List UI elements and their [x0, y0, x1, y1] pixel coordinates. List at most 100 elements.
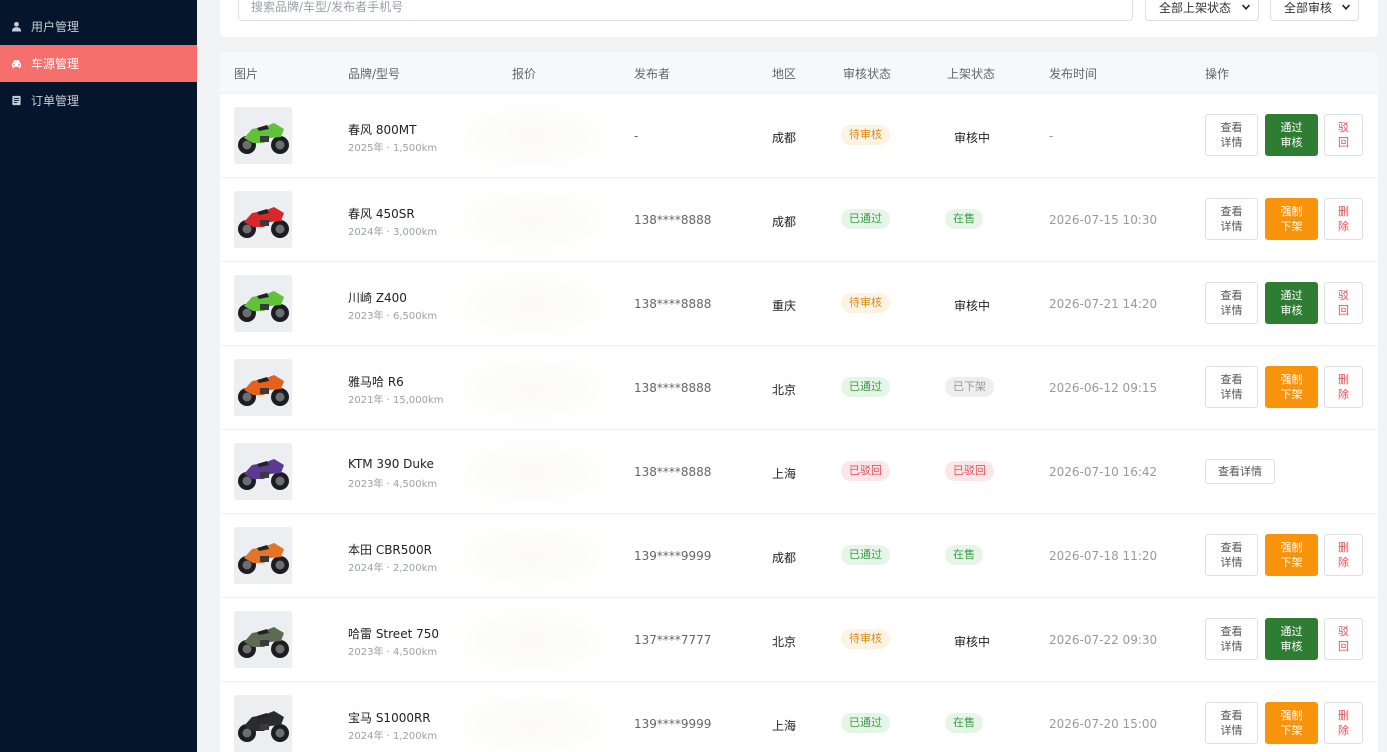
approve-button[interactable]: 通过审核 — [1265, 282, 1318, 324]
vehicle-thumbnail[interactable] — [234, 695, 292, 752]
delete-button[interactable]: 删除 — [1324, 702, 1363, 744]
reject-button[interactable]: 驳回 — [1324, 618, 1363, 660]
audit-status-badge: 已通过 — [841, 713, 890, 733]
price-blurred — [452, 354, 612, 424]
vehicle-model: 雅马哈 R6 — [348, 375, 404, 389]
vehicle-thumbnail[interactable] — [234, 107, 292, 164]
user-icon — [10, 21, 22, 33]
audit-status-badge: 已通过 — [841, 545, 890, 565]
column-header-model: 品牌/型号 — [348, 67, 401, 81]
vehicle-year-mileage: 2024年 · 1,200km — [348, 731, 438, 742]
price-blurred — [452, 186, 612, 256]
table-row: KTM 390 Duke 2023年 · 4,500km 138****8888 上海… — [220, 429, 1378, 513]
delete-button[interactable]: 删除 — [1324, 366, 1363, 408]
table-row: 宝马 S1000RR 2024年 · 1,200km 139****9999 上海 已通… — [220, 681, 1378, 752]
view-details-button[interactable]: 查看详情 — [1205, 459, 1275, 484]
shelf-status-badge: 已驳回 — [945, 461, 994, 481]
publish-time: 2026-06-12 09:15 — [1049, 381, 1158, 395]
audit-status-badge: 待审核 — [841, 293, 890, 313]
column-header-time: 发布时间 — [1049, 67, 1098, 81]
table-row: 川崎 Z400 2023年 · 6,500km 138****8888 重庆 待审核 审核… — [220, 261, 1378, 345]
approve-button[interactable]: 通过审核 — [1265, 618, 1318, 660]
audit-status-select-value: 全部审核 — [1284, 0, 1333, 15]
force-delist-button[interactable]: 强制下架 — [1265, 198, 1318, 240]
vehicle-thumbnail[interactable] — [234, 359, 292, 416]
price-blurred — [452, 690, 612, 752]
column-header-publisher: 发布者 — [634, 67, 671, 81]
sidebar-item-label: 车源管理 — [31, 57, 80, 71]
vehicle-year-mileage: 2025年 · 1,500km — [348, 143, 438, 154]
view-details-button[interactable]: 查看详情 — [1205, 198, 1258, 240]
shelf-status-select[interactable]: 全部上架状态 — [1145, 0, 1259, 21]
sidebar-item-label: 订单管理 — [31, 94, 80, 108]
vehicle-model: 宝马 S1000RR — [348, 711, 431, 725]
delete-button[interactable]: 删除 — [1324, 534, 1363, 576]
vehicle-model: 春风 450SR — [348, 207, 415, 221]
view-details-button[interactable]: 查看详情 — [1205, 282, 1258, 324]
sidebar-item-orders[interactable]: 订单管理 — [0, 82, 197, 119]
sidebar-item-vehicles[interactable]: 车源管理 — [0, 45, 197, 82]
vehicle-year-mileage: 2023年 · 4,500km — [348, 479, 438, 490]
audit-status-badge: 已驳回 — [841, 461, 890, 481]
delete-button[interactable]: 删除 — [1324, 198, 1363, 240]
force-delist-button[interactable]: 强制下架 — [1265, 534, 1318, 576]
vehicle-thumbnail[interactable] — [234, 527, 292, 584]
approve-button[interactable]: 通过审核 — [1265, 114, 1318, 156]
vehicle-year-mileage: 2023年 · 6,500km — [348, 311, 438, 322]
table-row: 哈雷 Street 750 2023年 · 4,500km 137****7777 北… — [220, 597, 1378, 681]
audit-status-badge: 已通过 — [841, 209, 890, 229]
vehicle-thumbnail[interactable] — [234, 191, 292, 248]
vehicle-thumbnail[interactable] — [234, 443, 292, 500]
region: 北京 — [772, 635, 797, 649]
view-details-button[interactable]: 查看详情 — [1205, 366, 1258, 408]
vehicle-year-mileage: 2023年 · 4,500km — [348, 647, 438, 658]
publisher-phone: 137****7777 — [634, 633, 712, 647]
force-delist-button[interactable]: 强制下架 — [1265, 702, 1318, 744]
vehicle-thumbnail[interactable] — [234, 275, 292, 332]
audit-status-badge: 待审核 — [841, 629, 890, 649]
shelf-status-text: 审核中 — [954, 299, 991, 313]
publish-time: 2026-07-20 15:00 — [1049, 717, 1158, 731]
column-header-shelf: 上架状态 — [947, 67, 996, 81]
price-blurred — [452, 522, 612, 592]
sidebar: 用户管理 车源管理 订单管理 — [0, 0, 197, 752]
publish-time: 2026-07-10 16:42 — [1049, 465, 1158, 479]
vehicle-model: KTM 390 Duke — [348, 457, 434, 471]
audit-status-select[interactable]: 全部审核 — [1270, 0, 1359, 21]
publish-time: 2026-07-22 09:30 — [1049, 633, 1158, 647]
price-blurred — [452, 606, 612, 676]
region: 成都 — [772, 551, 797, 565]
vehicle-year-mileage: 2024年 · 3,000km — [348, 227, 438, 238]
table-row: 雅马哈 R6 2021年 · 15,000km 138****8888 北京 已通过 已下… — [220, 345, 1378, 429]
vehicle-thumbnail[interactable] — [234, 611, 292, 668]
price-blurred — [452, 438, 612, 508]
sidebar-item-users[interactable]: 用户管理 — [0, 8, 197, 45]
vehicle-model: 哈雷 Street 750 — [348, 627, 439, 641]
force-delist-button[interactable]: 强制下架 — [1265, 366, 1318, 408]
view-details-button[interactable]: 查看详情 — [1205, 114, 1258, 156]
vehicle-year-mileage: 2021年 · 15,000km — [348, 395, 444, 406]
region: 上海 — [772, 719, 797, 733]
publisher-phone: 138****8888 — [634, 381, 712, 395]
shelf-status-badge: 已下架 — [945, 377, 994, 397]
view-details-button[interactable]: 查看详情 — [1205, 618, 1258, 660]
publisher-phone: 139****9999 — [634, 717, 712, 731]
shelf-status-badge: 在售 — [945, 713, 983, 733]
column-header-audit: 审核状态 — [843, 67, 892, 81]
reject-button[interactable]: 驳回 — [1324, 114, 1363, 156]
vehicle-model: 春风 800MT — [348, 123, 417, 137]
shelf-status-text: 审核中 — [954, 635, 991, 649]
view-details-button[interactable]: 查看详情 — [1205, 702, 1258, 744]
search-input[interactable] — [238, 0, 1133, 21]
reject-button[interactable]: 驳回 — [1324, 282, 1363, 324]
publisher-phone: 138****8888 — [634, 297, 712, 311]
region: 成都 — [772, 215, 797, 229]
vehicle-table: 图片 品牌/型号 报价 发布者 地区 审核状态 上架状态 发布时间 操作 春风 … — [220, 52, 1378, 752]
shelf-status-badge: 在售 — [945, 545, 983, 565]
filter-bar: 全部上架状态 全部审核 — [220, 0, 1378, 37]
shelf-status-text: 审核中 — [954, 131, 991, 145]
view-details-button[interactable]: 查看详情 — [1205, 534, 1258, 576]
vehicle-model: 川崎 Z400 — [348, 291, 407, 305]
chevron-down-icon — [1241, 4, 1251, 10]
price-blurred — [452, 270, 612, 340]
